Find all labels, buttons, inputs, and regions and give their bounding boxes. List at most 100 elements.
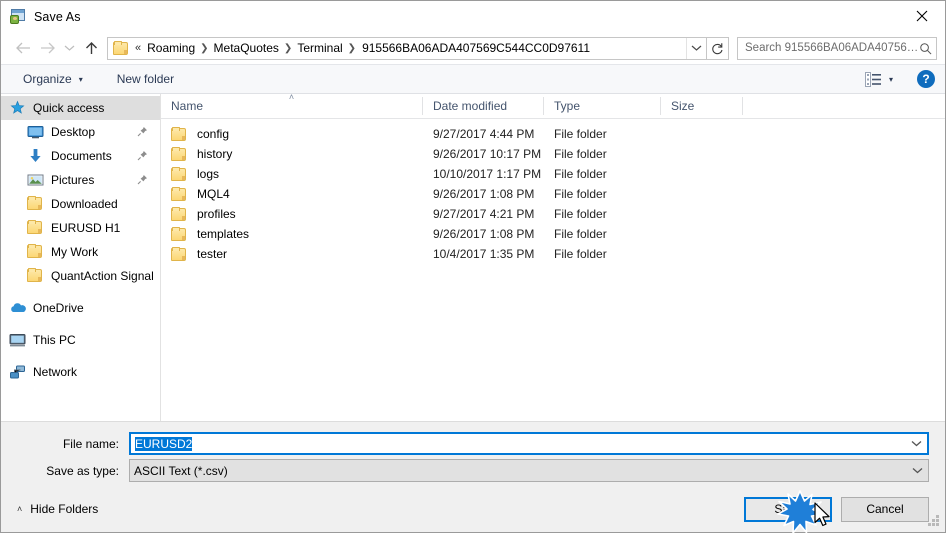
resize-grip-icon[interactable]: [927, 515, 940, 528]
window-title: Save As: [34, 9, 81, 24]
folder-icon: [171, 146, 188, 162]
table-row[interactable]: history 9/26/2017 10:17 PM File folder: [161, 144, 945, 164]
sidebar-item-this-pc[interactable]: This PC: [1, 328, 160, 352]
column-header-type[interactable]: Type: [544, 97, 661, 115]
cell-name: templates: [161, 226, 423, 242]
table-row[interactable]: config 9/27/2017 4:44 PM File folder: [161, 124, 945, 144]
breadcrumb-overflow[interactable]: «: [133, 42, 143, 54]
organize-button[interactable]: Organize ▾: [15, 68, 91, 90]
navigation-bar: « Roaming ❯ MetaQuotes ❯ Terminal ❯ 9155…: [1, 32, 945, 64]
file-name-input[interactable]: EURUSD2: [129, 432, 929, 455]
chevron-down-icon: ▾: [78, 74, 83, 84]
cell-date-modified: 9/27/2017 4:21 PM: [433, 207, 535, 221]
save-button[interactable]: Save: [744, 496, 832, 522]
column-header-label: Size: [671, 99, 695, 113]
arrow-right-icon: [40, 42, 55, 54]
table-row[interactable]: logs 10/10/2017 1:17 PM File folder: [161, 164, 945, 184]
sidebar-item-label: Downloaded: [51, 197, 118, 211]
save-as-dialog: Save As « Roaming ❯ MetaQuotes ❯ Termina…: [0, 0, 946, 533]
save-as-type-select[interactable]: ASCII Text (*.csv): [129, 459, 929, 482]
save-form: File name: EURUSD2 Save as type: ASCII T…: [1, 421, 945, 486]
cell-date-modified: 9/26/2017 1:08 PM: [433, 227, 535, 241]
table-row[interactable]: profiles 9/27/2017 4:21 PM File folder: [161, 204, 945, 224]
column-header-size[interactable]: Size: [661, 97, 743, 115]
file-name: profiles: [197, 207, 236, 221]
table-row[interactable]: templates 9/26/2017 1:08 PM File folder: [161, 224, 945, 244]
breadcrumb-item-guid[interactable]: 915566BA06ADA407569C544CC0D97611: [357, 41, 594, 55]
file-name: tester: [197, 247, 228, 261]
breadcrumb-item-terminal[interactable]: Terminal: [293, 41, 346, 55]
new-folder-button[interactable]: New folder: [109, 68, 182, 90]
sidebar-item-label: This PC: [33, 333, 76, 347]
cell-name: tester: [161, 246, 423, 262]
up-button[interactable]: [79, 36, 103, 60]
sidebar-item-downloaded[interactable]: Downloaded: [1, 192, 160, 216]
cancel-button[interactable]: Cancel: [841, 496, 929, 522]
sidebar-item-network[interactable]: Network: [1, 360, 160, 384]
file-name-value: EURUSD2: [131, 436, 905, 451]
help-button[interactable]: ?: [917, 70, 935, 88]
file-name: templates: [197, 227, 250, 241]
network-icon: [9, 364, 26, 380]
cell-type: File folder: [554, 187, 607, 201]
back-button[interactable]: [11, 36, 35, 60]
title-bar: Save As: [1, 1, 945, 32]
file-name-label: File name:: [62, 436, 119, 451]
sidebar-item-label: Pictures: [51, 173, 95, 187]
save-as-type-label: Save as type:: [46, 463, 119, 478]
breadcrumb: « Roaming ❯ MetaQuotes ❯ Terminal ❯ 9155…: [133, 41, 686, 55]
sidebar-item-quick-access[interactable]: Quick access: [1, 96, 160, 120]
file-name: config: [197, 127, 230, 141]
cell-date-modified: 10/4/2017 1:35 PM: [433, 247, 535, 261]
sort-ascending-icon: ˄: [288, 92, 295, 102]
sidebar-item-label: EURUSD H1: [51, 221, 121, 235]
cell-date-modified: 9/26/2017 10:17 PM: [433, 147, 542, 161]
search-input[interactable]: Search 915566BA06ADA40756…: [737, 36, 937, 60]
chevron-right-icon: ❯: [200, 42, 209, 54]
cell-date-modified: 9/27/2017 4:44 PM: [433, 127, 535, 141]
desktop-icon: [27, 124, 44, 140]
breadcrumb-item-metaquotes[interactable]: MetaQuotes: [210, 41, 283, 55]
search-placeholder: Search 915566BA06ADA40756…: [745, 42, 919, 54]
pictures-icon: [27, 172, 44, 188]
sidebar-item-desktop[interactable]: Desktop: [1, 120, 160, 144]
cancel-button-label: Cancel: [866, 502, 904, 516]
sidebar-item-onedrive[interactable]: OneDrive: [1, 296, 160, 320]
cell-date-modified: 10/10/2017 1:17 PM: [433, 167, 542, 181]
close-button[interactable]: [899, 1, 945, 31]
save-as-type-value: ASCII Text (*.csv): [134, 463, 228, 478]
breadcrumb-item-roaming[interactable]: Roaming: [143, 41, 199, 55]
sidebar-item-quantaction-signal[interactable]: QuantAction Signal: [1, 264, 160, 288]
recent-locations-button[interactable]: [59, 36, 79, 60]
table-row[interactable]: tester 10/4/2017 1:35 PM File folder: [161, 244, 945, 264]
sidebar-item-label: My Work: [51, 245, 99, 259]
refresh-icon: [712, 42, 723, 54]
view-options-button[interactable]: ▾: [857, 68, 901, 91]
cell-name: MQL4: [161, 186, 423, 202]
address-dropdown-button[interactable]: [686, 37, 706, 59]
folder-icon: [27, 196, 44, 212]
folder-icon: [171, 226, 188, 242]
cell-type: File folder: [554, 227, 607, 241]
chevron-up-icon: ˄: [17, 504, 23, 514]
file-name-dropdown-button[interactable]: [905, 440, 927, 447]
sidebar-item-documents[interactable]: Documents: [1, 144, 160, 168]
file-list-pane: ˄ Name Date modified Type Size config 9/…: [161, 92, 945, 421]
address-bar[interactable]: « Roaming ❯ MetaQuotes ❯ Terminal ❯ 9155…: [107, 36, 707, 60]
help-label: ?: [922, 72, 930, 86]
folder-icon: [171, 126, 188, 142]
refresh-button[interactable]: [707, 36, 729, 60]
save-as-type-dropdown-button[interactable]: [906, 467, 928, 474]
cell-type: File folder: [554, 247, 607, 261]
table-row[interactable]: MQL4 9/26/2017 1:08 PM File folder: [161, 184, 945, 204]
sidebar-item-my-work[interactable]: My Work: [1, 240, 160, 264]
sidebar-item-label: Desktop: [51, 125, 96, 139]
chevron-down-icon: ▾: [888, 74, 893, 84]
hide-folders-button[interactable]: ˄ Hide Folders: [13, 498, 102, 520]
column-header-name[interactable]: ˄ Name: [161, 92, 423, 115]
column-header-date-modified[interactable]: Date modified: [423, 97, 544, 115]
forward-button[interactable]: [35, 36, 59, 60]
sidebar-item-pictures[interactable]: Pictures: [1, 168, 160, 192]
folder-icon: [27, 220, 44, 236]
sidebar-item-eurusd-h1[interactable]: EURUSD H1: [1, 216, 160, 240]
